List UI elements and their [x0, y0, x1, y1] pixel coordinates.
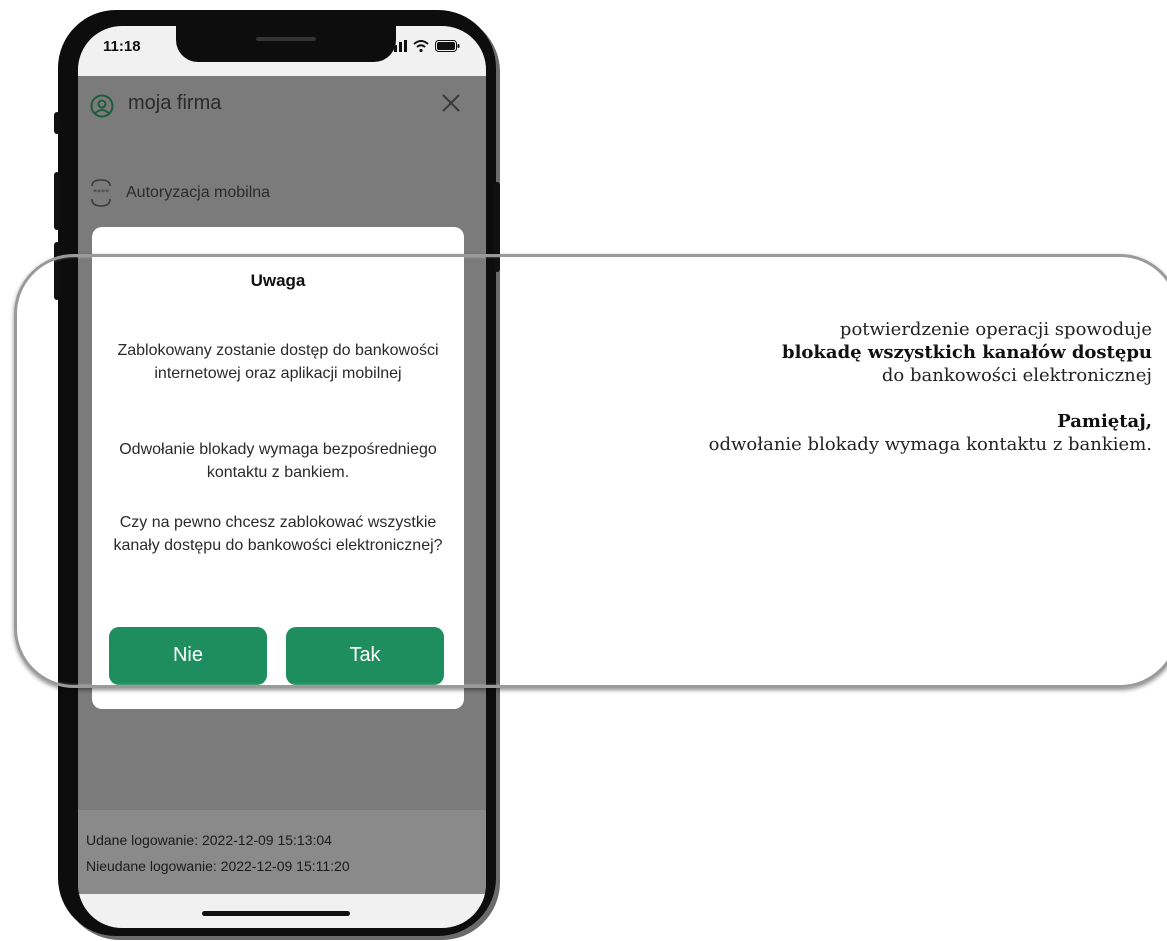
- signal-icon: [389, 40, 407, 52]
- menu-title: moja firma: [128, 92, 222, 114]
- callout-line: potwierdzenie operacji spowoduje: [839, 319, 1152, 340]
- callout-line: do bankowości elektronicznej: [881, 365, 1152, 386]
- speaker: [256, 37, 316, 41]
- svg-text:****: ****: [93, 188, 109, 197]
- close-icon[interactable]: [442, 94, 460, 112]
- successful-login-info: Udane logowanie: 2022-12-09 15:13:04: [86, 832, 332, 848]
- volume-up-button: [54, 172, 60, 230]
- wifi-icon: [413, 40, 429, 52]
- callout-line-bold: Pamiętaj,: [1057, 411, 1152, 432]
- callout-text: potwierdzenie operacji spowoduje blokadę…: [709, 318, 1152, 456]
- callout-line: odwołanie blokady wymaga kontaktu z bank…: [708, 434, 1152, 455]
- mute-switch: [54, 112, 60, 134]
- battery-icon: [435, 40, 460, 52]
- menu-item-label: Autoryzacja mobilna: [126, 184, 271, 201]
- status-bar: 11:18: [78, 26, 486, 76]
- status-time: 11:18: [103, 38, 141, 55]
- failed-login-info: Nieudane logowanie: 2022-12-09 15:11:20: [86, 858, 350, 874]
- user-icon: [90, 94, 114, 118]
- menu-header: moja firma: [78, 76, 486, 136]
- menu-item-mobile-authorization[interactable]: **** Autoryzacja mobilna: [88, 178, 270, 208]
- home-indicator[interactable]: [202, 911, 350, 916]
- notch: [176, 26, 396, 62]
- callout-line-bold: blokadę wszystkich kanałów dostępu: [782, 342, 1152, 363]
- status-icons: [389, 40, 460, 52]
- callout-spacer: [709, 387, 1152, 410]
- mobile-authorization-icon: ****: [91, 179, 111, 207]
- footer-panel: [78, 810, 486, 902]
